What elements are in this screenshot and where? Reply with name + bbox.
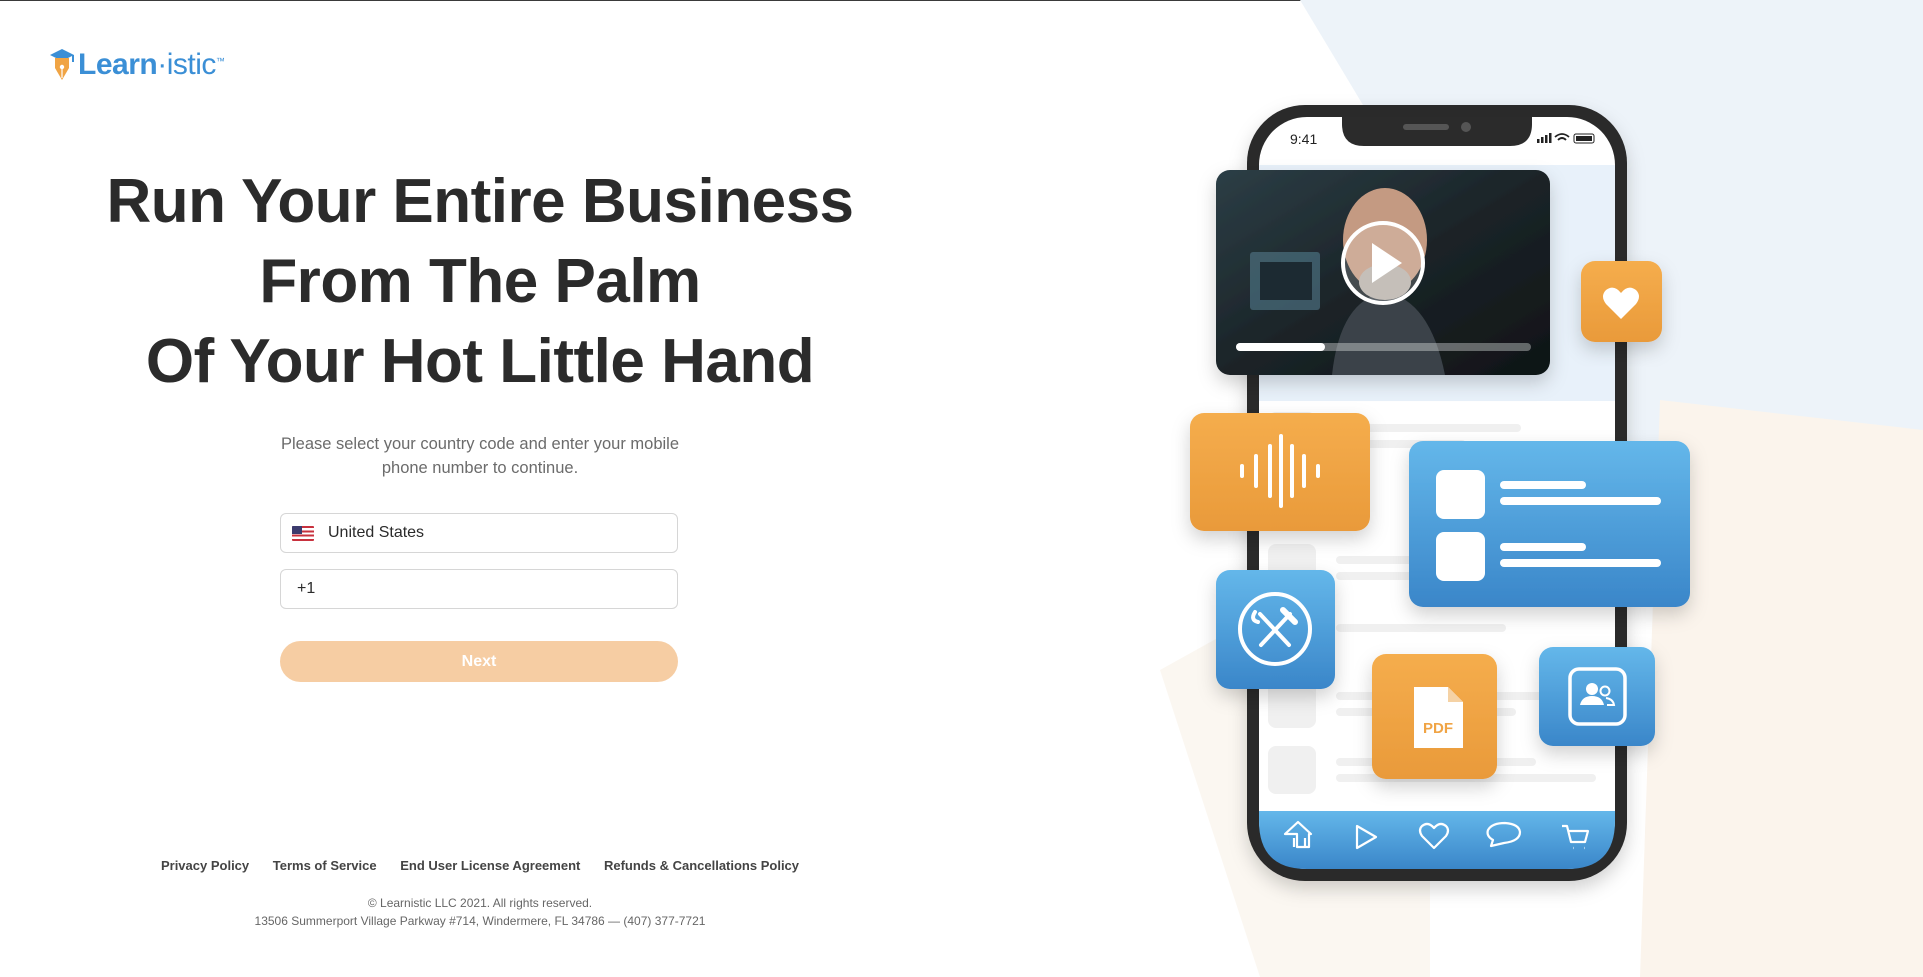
footer-links: Privacy Policy Terms of Service End User… <box>150 858 810 873</box>
privacy-policy-link[interactable]: Privacy Policy <box>161 858 249 873</box>
instructions-line-2: phone number to continue. <box>381 459 579 477</box>
phone-number-input[interactable]: +1 <box>280 569 678 609</box>
video-card <box>1216 170 1550 375</box>
hero-headline: Run Your Entire Business From The Palm O… <box>80 162 880 402</box>
headline-line-3: Of Your Hot Little Hand <box>145 327 815 396</box>
phone-input-value: +1 <box>297 580 316 597</box>
pdf-tile: PDF <box>1372 654 1497 779</box>
headline-line-2: From The Palm <box>259 247 701 316</box>
next-button[interactable]: Next <box>280 641 678 682</box>
logo-word-light: ·istic <box>157 48 216 81</box>
copyright-text: © Learnistic LLC 2021. All rights reserv… <box>367 896 593 910</box>
country-select-value: United States <box>328 524 425 541</box>
logo-trademark: ™ <box>215 56 225 66</box>
graduation-cap-pen-icon <box>48 48 76 82</box>
contact-tile <box>1539 647 1655 746</box>
headline-line-1: Run Your Entire Business <box>106 167 854 236</box>
status-time: 9:41 <box>1290 131 1317 147</box>
list-card <box>1409 441 1690 607</box>
eula-link[interactable]: End User License Agreement <box>400 858 580 873</box>
logo-wordmark: Learn·istic™ <box>78 48 225 82</box>
us-flag-icon <box>292 525 314 541</box>
footer-copyright: © Learnistic LLC 2021. All rights reserv… <box>180 894 780 930</box>
audio-tile <box>1190 413 1370 531</box>
logo-word-bold: Learn <box>78 48 158 81</box>
country-code-select[interactable]: United States <box>280 513 678 553</box>
phone-app-illustration: 9:41 PDF <box>1160 0 1923 977</box>
login-instructions: Please select your country code and ente… <box>270 432 690 480</box>
learnistic-logo[interactable]: Learn·istic™ <box>48 48 225 82</box>
terms-of-service-link[interactable]: Terms of Service <box>273 858 377 873</box>
pdf-label: PDF <box>1423 720 1453 737</box>
refunds-policy-link[interactable]: Refunds & Cancellations Policy <box>604 858 799 873</box>
company-address: 13506 Summerport Village Parkway #714, W… <box>254 914 706 928</box>
instructions-line-1: Please select your country code and ente… <box>280 435 680 453</box>
heart-tile <box>1581 261 1662 342</box>
app-tab-bar <box>1259 811 1615 869</box>
tools-tile <box>1216 570 1335 689</box>
video-progress-fill <box>1236 343 1325 351</box>
